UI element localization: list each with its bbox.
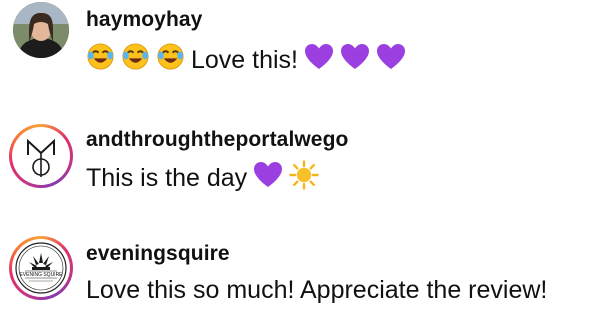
comment-username[interactable]: andthroughtheportalwego xyxy=(86,128,348,152)
comment-item: haymoyhay Love this! xyxy=(0,0,600,100)
comment-username[interactable]: eveningsquire xyxy=(86,242,230,266)
avatar-logo: EVENING SQUIRE xyxy=(12,239,70,297)
comment-item: EVENING SQUIRE eveningsquire Love this s… xyxy=(0,224,600,316)
comment-text: Love this so much! Appreciate the review… xyxy=(86,276,548,304)
comment-text-line: Love this! xyxy=(86,42,406,78)
comment-text: This is the day xyxy=(86,164,248,192)
purple-heart-icon xyxy=(376,43,406,78)
comment-item: andthroughtheportalwego This is the day xyxy=(0,112,600,212)
comment-text: Love this! xyxy=(191,45,299,74)
avatar-logo xyxy=(12,127,70,185)
avatar-logo-text: EVENING SQUIRE xyxy=(19,272,63,278)
sun-icon xyxy=(289,160,319,197)
avatar[interactable]: EVENING SQUIRE xyxy=(9,236,73,300)
avatar[interactable] xyxy=(13,2,69,58)
portal-logo-icon xyxy=(27,138,55,177)
face-with-tears-of-joy-icon xyxy=(86,42,115,78)
purple-heart-icon xyxy=(304,43,334,78)
evening-squire-logo-icon xyxy=(15,242,67,294)
purple-heart-icon xyxy=(340,43,370,78)
comment-username[interactable]: haymoyhay xyxy=(86,8,202,32)
avatar[interactable] xyxy=(9,124,73,188)
face-with-tears-of-joy-icon xyxy=(156,42,185,78)
comment-text-line: This is the day xyxy=(86,160,319,197)
purple-heart-icon xyxy=(253,161,283,196)
face-with-tears-of-joy-icon xyxy=(121,42,150,78)
profile-photo-icon xyxy=(13,2,69,58)
comment-text-line: Love this so much! Appreciate the review… xyxy=(86,276,547,305)
